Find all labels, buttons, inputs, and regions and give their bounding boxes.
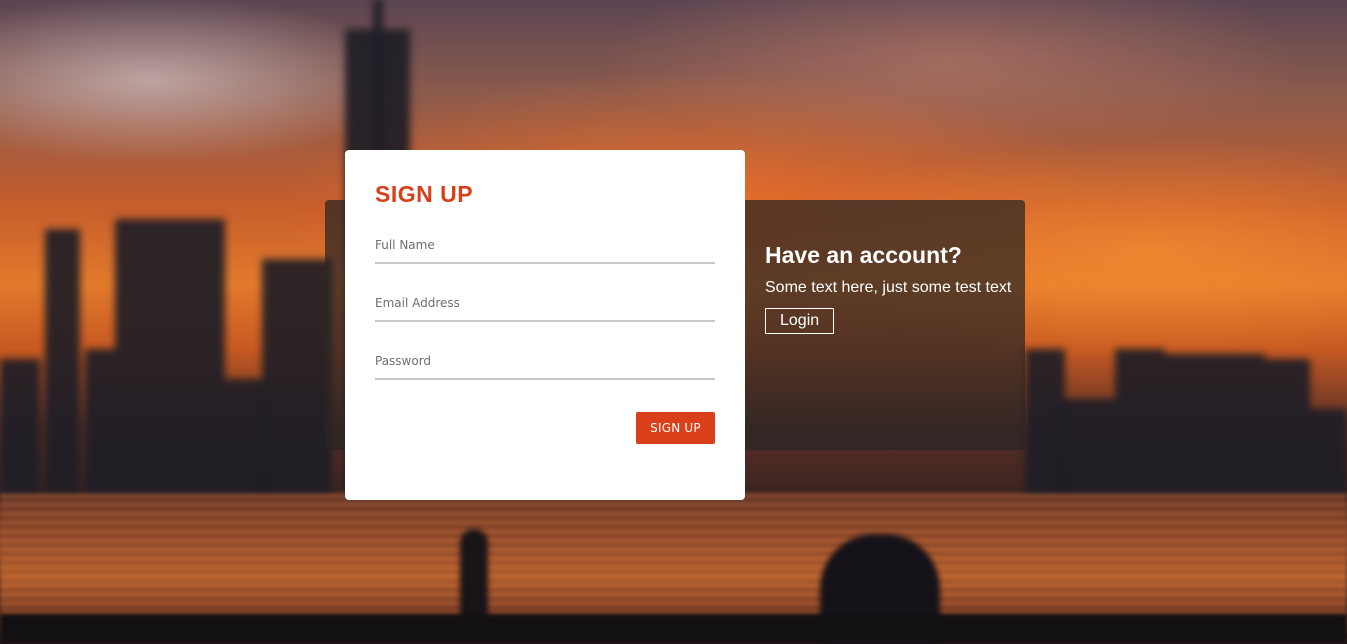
email-field-wrapper: [375, 294, 715, 324]
login-panel-content: Have an account? Some text here, just so…: [765, 240, 1020, 334]
background-scene: Have an account? Some text here, just so…: [0, 0, 1347, 644]
signup-title: SIGN UP: [375, 181, 474, 207]
signup-actions: SIGN UP: [375, 412, 715, 444]
signup-card: SIGN UP SIGN UP: [345, 150, 745, 500]
full-name-field-wrapper: [375, 236, 715, 266]
login-heading: Have an account?: [765, 242, 962, 268]
login-description: Some text here, just some test text: [765, 279, 1012, 296]
login-button[interactable]: Login: [765, 308, 835, 334]
full-name-input[interactable]: [375, 238, 715, 264]
signup-button[interactable]: SIGN UP: [636, 412, 715, 444]
email-input[interactable]: [375, 296, 715, 322]
password-input[interactable]: [375, 354, 715, 380]
password-field-wrapper: [375, 352, 715, 382]
pole-silhouette: [460, 529, 488, 624]
railing: [0, 614, 1347, 644]
